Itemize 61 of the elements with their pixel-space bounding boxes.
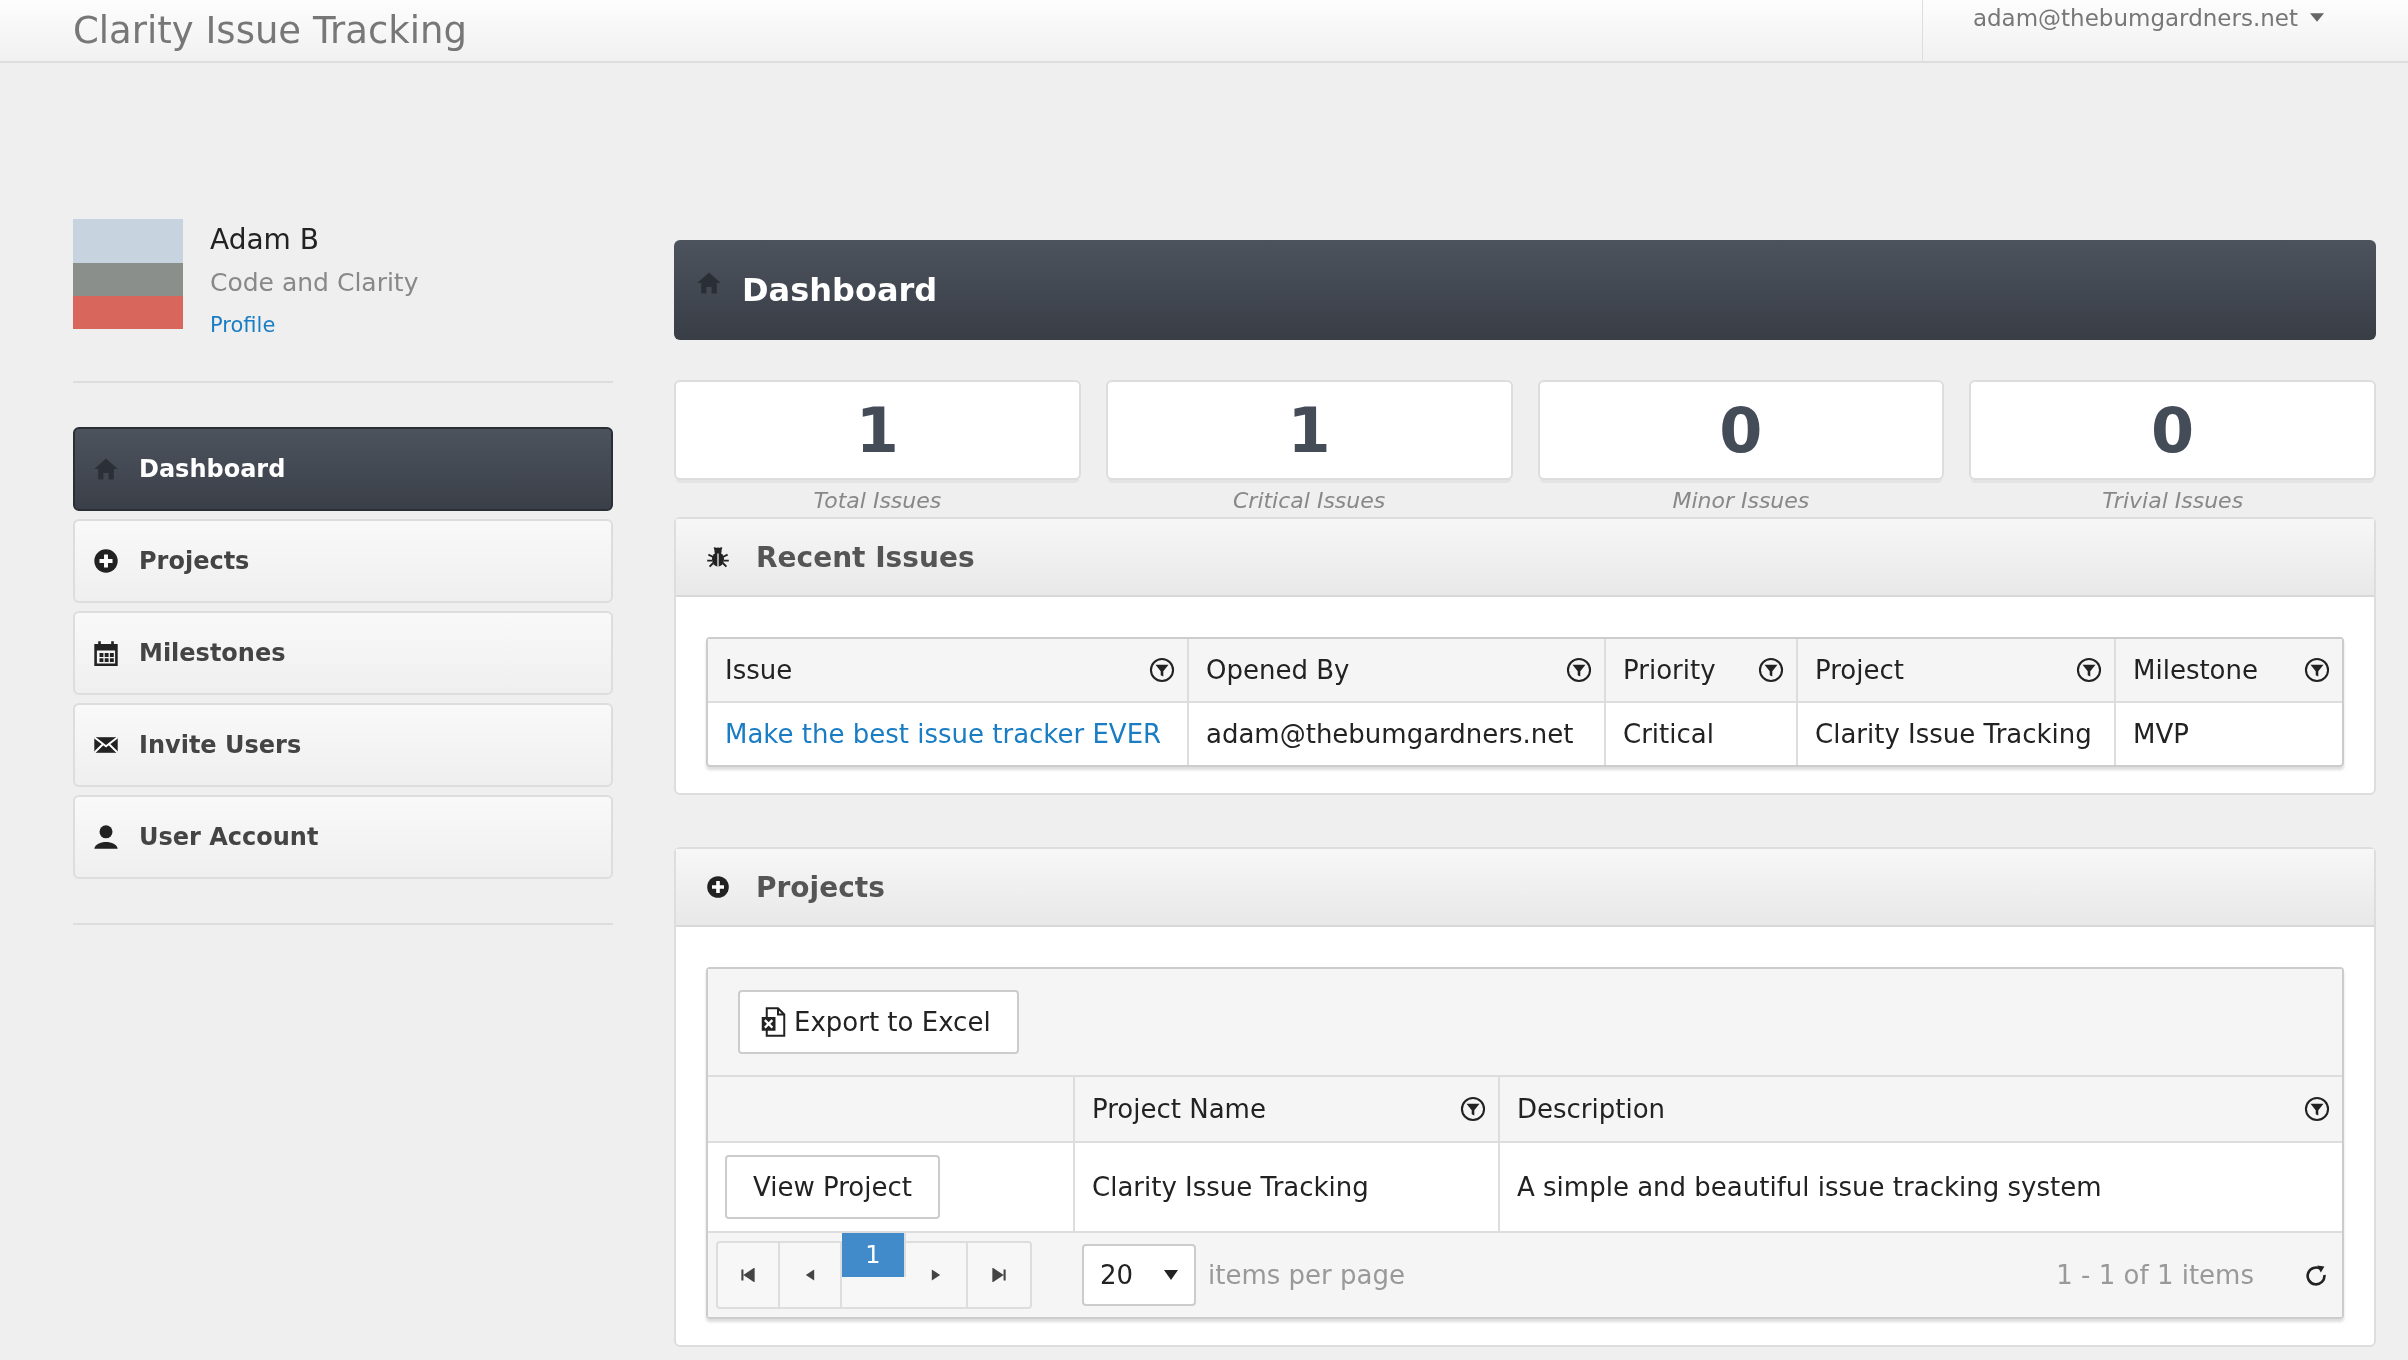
column-header[interactable]: Project — [1815, 655, 1904, 685]
table-cell: MVP — [2133, 719, 2189, 749]
stat-label: Critical Issues — [1232, 488, 1386, 513]
home-icon — [93, 456, 119, 482]
plus-circle-icon — [93, 548, 119, 574]
app-title: Clarity Issue Tracking — [73, 9, 468, 52]
nav-item[interactable]: User Account — [73, 795, 613, 879]
page-size-dropdown[interactable]: 20 — [1082, 1244, 1196, 1306]
stat-value: 1 — [1287, 393, 1331, 467]
column-header[interactable]: Description — [1517, 1094, 1666, 1124]
page-number[interactable]: 1 — [842, 1233, 906, 1277]
calendar-icon — [93, 640, 119, 666]
table-cell: Clarity Issue Tracking — [1815, 719, 2092, 749]
profile-link[interactable]: Profile — [210, 313, 419, 337]
page-title: Dashboard — [742, 271, 938, 309]
refresh-icon[interactable] — [2304, 1263, 2328, 1287]
caret-icon — [1164, 1270, 1178, 1280]
filter-icon[interactable] — [1566, 657, 1592, 683]
user-name: Adam B — [210, 223, 320, 256]
panel-title: Recent Issues — [756, 540, 975, 574]
filter-icon[interactable] — [2304, 657, 2330, 683]
user-icon — [93, 824, 119, 850]
view-project-button[interactable]: View Project — [725, 1155, 940, 1219]
filter-icon[interactable] — [1758, 657, 1784, 683]
column-header[interactable]: Opened By — [1206, 655, 1350, 685]
home-icon — [696, 270, 722, 296]
issue-link[interactable]: Make the best issue tracker EVER — [725, 719, 1162, 749]
stat-value: 0 — [1719, 393, 1763, 467]
excel-file-icon — [760, 1007, 786, 1037]
panel-title: Projects — [756, 870, 885, 904]
stat-label: Trivial Issues — [2102, 488, 2244, 513]
table-cell: A simple and beautiful issue tracking system — [1517, 1172, 2102, 1202]
column-header[interactable]: Milestone — [2133, 655, 2258, 685]
export-button[interactable]: Export to Excel — [738, 990, 1019, 1054]
page-size-label: items per page — [1208, 1260, 1405, 1290]
stat-label: Total Issues — [813, 488, 942, 513]
plus-circle-icon — [706, 875, 730, 899]
filter-icon[interactable] — [2076, 657, 2102, 683]
filter-icon[interactable] — [1460, 1096, 1486, 1122]
filter-icon[interactable] — [1149, 657, 1175, 683]
table-cell: Clarity Issue Tracking — [1092, 1172, 1369, 1202]
last-page-icon — [992, 1268, 1006, 1282]
stat-value: 1 — [855, 393, 899, 467]
stat-value: 0 — [2151, 393, 2195, 467]
nav-item[interactable]: Milestones — [73, 611, 613, 695]
stat-label: Minor Issues — [1672, 488, 1810, 513]
column-header[interactable]: Priority — [1623, 655, 1716, 685]
caret-icon — [2310, 13, 2324, 22]
table-cell: Critical — [1623, 719, 1714, 749]
column-header[interactable]: Issue — [725, 655, 793, 685]
column-header[interactable]: Project Name — [1092, 1094, 1266, 1124]
bug-icon — [706, 545, 730, 569]
filter-icon[interactable] — [2304, 1096, 2330, 1122]
pager-summary: 1 - 1 of 1 items — [2056, 1260, 2254, 1290]
table-cell: adam@thebumgardners.net — [1206, 719, 1574, 749]
nav-item[interactable]: Dashboard — [73, 427, 613, 511]
user-menu[interactable]: adam@thebumgardners.net — [1921, 0, 2408, 62]
nav-item[interactable]: Invite Users — [73, 703, 613, 787]
first-page-icon — [741, 1268, 755, 1282]
nav-item[interactable]: Projects — [73, 519, 613, 603]
organization-name: Code and Clarity — [210, 268, 419, 297]
